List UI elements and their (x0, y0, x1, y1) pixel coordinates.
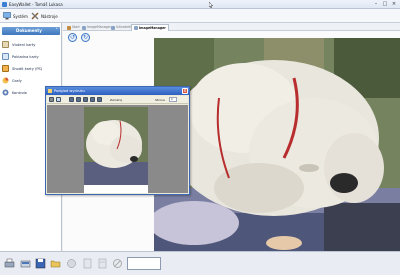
rotate-left-button[interactable]: ↺ (68, 33, 77, 42)
menu-system[interactable]: Systém (3, 11, 28, 21)
sidebar-item-label: Kontrola (12, 90, 27, 95)
zoom-icon[interactable] (56, 97, 61, 102)
tab-label: Start (72, 25, 80, 29)
cards-icon (2, 65, 9, 72)
tab-strip: Start ImageManager Užívatelé ImageManage… (63, 23, 400, 31)
document-button[interactable] (82, 258, 93, 269)
six-page-icon[interactable] (97, 97, 102, 102)
scan-button[interactable] (20, 258, 31, 269)
four-page-icon[interactable] (90, 97, 95, 102)
bottom-toolbar (0, 251, 400, 275)
two-page-icon[interactable] (76, 97, 81, 102)
close-preview-button[interactable]: Zamknij (110, 97, 122, 103)
dialog-toolbar: Zamknij Strona 1 (47, 96, 188, 104)
sidebar-item-cashier-card[interactable]: Pokladna karty (2, 51, 60, 62)
sidebar-header[interactable]: Dokumenty ˄ (2, 27, 60, 35)
register-icon (2, 53, 9, 60)
sidebar-item-label: Vložení karty (12, 42, 36, 47)
home-icon (67, 25, 71, 30)
users-icon (111, 25, 115, 30)
sidebar-item-charts[interactable]: Grafy (2, 75, 60, 86)
cursor-icon (207, 1, 215, 9)
image-viewer-photo (154, 38, 400, 251)
sidebar-item-insert-card[interactable]: Vložení karty (2, 39, 60, 50)
sidebar-item-label: Shodit karty (PS) (12, 66, 43, 71)
copy-button[interactable] (97, 258, 108, 269)
chevron-up-icon: ˄ (55, 28, 59, 34)
tools-icon (31, 12, 39, 20)
image-icon (134, 26, 138, 30)
save-button[interactable] (35, 258, 46, 269)
print-icon[interactable] (49, 97, 54, 102)
status-input[interactable] (127, 257, 161, 270)
menu-tools-label: Nástroje (41, 13, 58, 19)
printer-icon (48, 89, 52, 93)
minimize-button[interactable]: – (372, 1, 380, 7)
dialog-close-button[interactable]: x (182, 88, 188, 94)
menu-system-label: Systém (13, 13, 28, 19)
page-view-icon[interactable] (69, 97, 74, 102)
sidebar-item-label: Grafy (12, 78, 22, 83)
dialog-title-bar: Podglad wydruku x (46, 87, 189, 95)
page-label: Strona (155, 98, 165, 102)
print-button[interactable] (4, 258, 15, 269)
dialog-title: Podglad wydruku (54, 89, 85, 93)
preview-area (47, 105, 188, 193)
sidebar-item-cards-ps[interactable]: Shodit karty (PS) (2, 63, 60, 74)
print-preview-dialog: Podglad wydruku x Zamknij Strona 1 (45, 86, 190, 195)
control-icon (2, 89, 9, 96)
page-number-field[interactable]: 1 (169, 97, 177, 102)
rotate-right-button[interactable]: ↻ (81, 33, 90, 42)
title-bar: EasyWallet - Tomáš Lukasa – □ × (0, 0, 400, 9)
three-page-icon[interactable] (83, 97, 88, 102)
refresh-button[interactable] (66, 258, 77, 269)
chart-icon (2, 77, 9, 84)
tab-label: Užívatelé (116, 25, 131, 29)
tab-label: ImageManager (139, 25, 166, 30)
image-icon (82, 25, 86, 30)
maximize-button[interactable]: □ (381, 1, 389, 7)
window-title: EasyWallet - Tomáš Lukasa (9, 2, 63, 7)
card-icon (2, 41, 9, 48)
sidebar-header-label: Dokumenty (16, 28, 42, 33)
tab-users[interactable]: Užívatelé (109, 24, 133, 31)
preview-page (84, 107, 148, 193)
tab-image-manager-active[interactable]: ImageManager (131, 24, 169, 31)
tab-label: ImageManager (87, 25, 111, 29)
app-icon (2, 2, 7, 7)
open-folder-button[interactable] (50, 258, 61, 269)
computer-icon (3, 12, 11, 20)
sidebar-item-label: Pokladna karty (12, 54, 39, 59)
menu-bar: Systém Nástroje (0, 9, 400, 23)
menu-tools[interactable]: Nástroje (31, 11, 58, 21)
page-number-value: 1 (171, 97, 173, 101)
disabled-icon[interactable] (112, 258, 123, 269)
close-window-button[interactable]: × (390, 1, 398, 7)
